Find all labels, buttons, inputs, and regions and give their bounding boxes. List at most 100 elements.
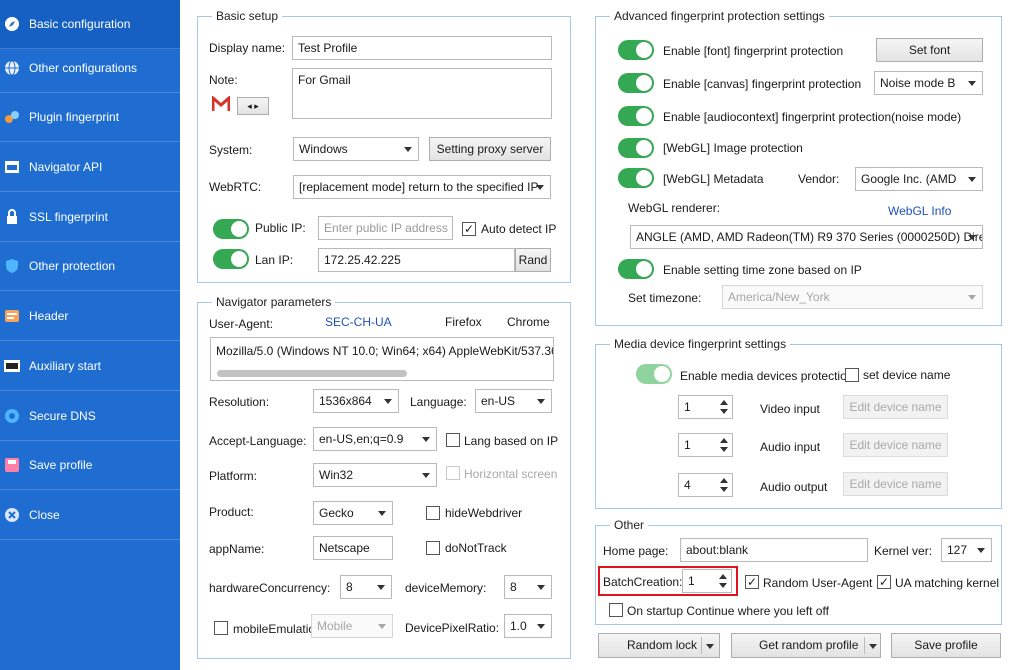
- sidebar-item-save-profile[interactable]: Save profile: [0, 441, 180, 490]
- resolution-select[interactable]: 1536x864: [313, 389, 399, 413]
- firefox-option[interactable]: Firefox: [445, 315, 482, 329]
- font-protection-toggle[interactable]: [618, 40, 654, 60]
- lan-ip-input[interactable]: 172.25.42.225: [318, 248, 515, 272]
- split-separator: [864, 637, 865, 654]
- canvas-mode-select[interactable]: Noise mode B: [874, 71, 983, 95]
- ua-matching-kernel-checkbox[interactable]: ✓: [877, 575, 891, 589]
- sidebar-item-auxiliary-start[interactable]: Auxiliary start: [0, 342, 180, 391]
- edit-audio-input-device-name-button[interactable]: Edit device name: [843, 433, 948, 457]
- stepper-down-icon[interactable]: [720, 487, 728, 492]
- get-random-profile-button[interactable]: Get random profile: [731, 633, 881, 658]
- sidebar-item-plugin-fingerprint[interactable]: Plugin fingerprint: [0, 93, 180, 142]
- sidebar-item-other-protection[interactable]: Other protection: [0, 242, 180, 291]
- product-select[interactable]: Gecko: [313, 501, 393, 525]
- hide-webdriver-checkbox[interactable]: [426, 506, 440, 520]
- timezone-by-ip-toggle[interactable]: [618, 259, 654, 279]
- lan-ip-toggle[interactable]: [213, 249, 249, 269]
- accept-language-select[interactable]: en-US,en;q=0.9: [313, 427, 437, 451]
- video-input-stepper[interactable]: 1: [678, 395, 733, 419]
- auto-detect-ip-checkbox[interactable]: ✓: [462, 222, 476, 236]
- chevron-down-icon[interactable]: [869, 644, 877, 649]
- webgl-info-link[interactable]: WebGL Info: [888, 204, 951, 218]
- sidebar-item-navigator-api[interactable]: Navigator API: [0, 143, 180, 192]
- lang-based-ip-checkbox[interactable]: [446, 433, 460, 447]
- note-field[interactable]: For Gmail: [292, 68, 552, 119]
- sidebar-item-close[interactable]: Close: [0, 491, 180, 540]
- webgl-renderer-select[interactable]: ANGLE (AMD, AMD Radeon(TM) R9 370 Series…: [630, 225, 983, 249]
- stepper-down-icon[interactable]: [720, 447, 728, 452]
- system-label: System:: [209, 143, 253, 157]
- set-device-name-checkbox[interactable]: [845, 368, 859, 382]
- webgl-image-toggle[interactable]: [618, 138, 654, 158]
- donottrack-checkbox[interactable]: [426, 541, 440, 555]
- save-profile-button[interactable]: Save profile: [891, 633, 1001, 658]
- random-lock-button[interactable]: Random lock: [598, 633, 720, 658]
- sidebar-item-header[interactable]: Header: [0, 292, 180, 341]
- audio-input-stepper[interactable]: 1: [678, 433, 733, 457]
- stepper-down-icon[interactable]: [720, 409, 728, 414]
- lang-based-ip-label: Lang based on IP: [464, 434, 559, 448]
- display-name-field[interactable]: Test Profile: [292, 36, 552, 60]
- stepper-up-icon[interactable]: [719, 574, 727, 579]
- mobile-emulation-checkbox[interactable]: [214, 621, 228, 635]
- chevron-down-icon[interactable]: [706, 644, 714, 649]
- horizontal-screen-checkbox[interactable]: [446, 466, 460, 480]
- ua-matching-kernel-label: UA matching kernel: [895, 576, 1000, 590]
- platform-select[interactable]: Win32: [313, 463, 437, 487]
- webrtc-select[interactable]: [replacement mode] return to the specifi…: [293, 175, 551, 199]
- edit-video-device-name-button[interactable]: Edit device name: [843, 395, 948, 419]
- chevron-down-icon: [404, 147, 412, 152]
- sidebar-item-other-configurations[interactable]: Other configurations: [0, 44, 180, 93]
- home-page-field[interactable]: about:blank: [680, 538, 868, 562]
- sidebar-item-secure-dns[interactable]: Secure DNS: [0, 392, 180, 441]
- sidebar-item-basic-configuration[interactable]: Basic configuration: [0, 0, 180, 49]
- language-select[interactable]: en-US: [475, 389, 552, 413]
- toggle-knob: [654, 366, 670, 382]
- auto-detect-ip-label: Auto detect IP: [481, 222, 557, 236]
- resolution-label: Resolution:: [209, 395, 270, 409]
- vendor-value: Google Inc. (AMD: [861, 172, 957, 186]
- sidebar-item-label: Header: [29, 309, 69, 323]
- device-memory-select[interactable]: 8: [504, 575, 552, 599]
- timezone-select[interactable]: America/New_York: [722, 285, 983, 309]
- public-ip-input[interactable]: Enter public IP address: [318, 216, 453, 240]
- audiocontext-protection-toggle[interactable]: [618, 106, 654, 126]
- hardware-concurrency-select[interactable]: 8: [340, 575, 392, 599]
- panel-title: Navigator parameters: [212, 295, 336, 309]
- set-font-button[interactable]: Set font: [876, 38, 983, 62]
- chrome-option[interactable]: Chrome: [507, 315, 550, 329]
- setting-proxy-button[interactable]: Setting proxy server: [429, 137, 551, 161]
- stepper-up-icon[interactable]: [720, 438, 728, 443]
- sec-ch-ua-link[interactable]: SEC-CH-UA: [325, 315, 392, 329]
- vendor-select[interactable]: Google Inc. (AMD: [855, 167, 983, 191]
- webgl-metadata-toggle[interactable]: [618, 168, 654, 188]
- sidebar-item-ssl-fingerprint[interactable]: SSL fingerprint: [0, 193, 180, 242]
- home-page-label: Home page:: [603, 544, 669, 558]
- startup-continue-checkbox[interactable]: [609, 603, 623, 617]
- media-devices-protection-toggle[interactable]: [636, 364, 672, 384]
- stepper-down-icon[interactable]: [719, 583, 727, 588]
- kernel-version-select[interactable]: 127: [941, 538, 992, 562]
- chevron-down-icon: [968, 295, 976, 300]
- public-ip-toggle[interactable]: [213, 219, 249, 239]
- rand-button[interactable]: Rand: [515, 248, 551, 272]
- stepper-up-icon[interactable]: [720, 400, 728, 405]
- note-scroll-stepper[interactable]: ◂ ▸: [237, 97, 269, 115]
- random-user-agent-checkbox[interactable]: ✓: [745, 575, 759, 589]
- appname-field[interactable]: Netscape: [313, 536, 393, 560]
- user-agent-field[interactable]: Mozilla/5.0 (Windows NT 10.0; Win64; x64…: [210, 337, 554, 381]
- stepper-up-icon[interactable]: [720, 478, 728, 483]
- device-memory-label: deviceMemory:: [405, 581, 487, 595]
- toggle-knob: [636, 140, 652, 156]
- font-protection-label: Enable [font] fingerprint protection: [663, 44, 844, 58]
- system-select[interactable]: Windows: [293, 137, 419, 161]
- product-value: Gecko: [319, 506, 354, 520]
- audio-output-stepper[interactable]: 4: [678, 473, 733, 497]
- mobile-select[interactable]: Mobile: [311, 614, 393, 638]
- sidebar-item-label: Navigator API: [29, 160, 103, 174]
- device-pixel-ratio-select[interactable]: 1.0: [504, 614, 552, 638]
- batch-creation-stepper[interactable]: 1: [682, 569, 732, 593]
- canvas-protection-toggle[interactable]: [618, 73, 654, 93]
- horizontal-scrollbar[interactable]: [217, 370, 407, 377]
- edit-audio-output-device-name-button[interactable]: Edit device name: [843, 472, 948, 496]
